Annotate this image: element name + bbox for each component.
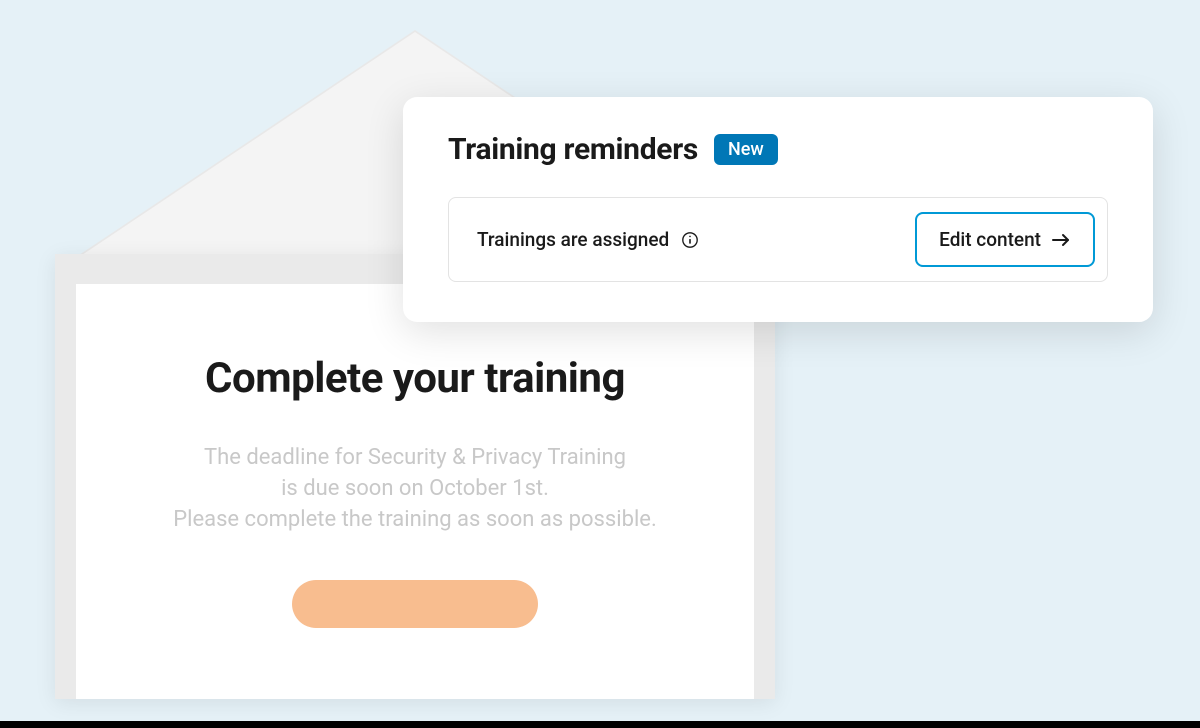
email-body-line: Please complete the training as soon as …	[116, 505, 714, 536]
card-title: Training reminders	[448, 132, 698, 167]
edit-content-button[interactable]: Edit content	[915, 212, 1095, 267]
card-header: Training reminders New	[448, 132, 1108, 167]
row-label: Trainings are assigned	[477, 228, 669, 251]
email-body: The deadline for Security & Privacy Trai…	[116, 443, 714, 535]
training-reminders-card: Training reminders New Trainings are ass…	[403, 97, 1153, 322]
arrow-right-icon	[1051, 232, 1071, 248]
bottom-border	[0, 721, 1200, 728]
reminder-row: Trainings are assigned Edit content	[448, 197, 1108, 282]
row-left: Trainings are assigned	[477, 228, 699, 251]
email-body-line: is due soon on October 1st.	[116, 474, 714, 505]
email-card: Complete your training The deadline for …	[76, 284, 754, 699]
edit-button-label: Edit content	[939, 228, 1041, 251]
info-icon[interactable]	[681, 231, 699, 249]
email-body-line: The deadline for Security & Privacy Trai…	[116, 443, 714, 474]
new-badge: New	[714, 134, 778, 165]
email-cta-button[interactable]	[292, 580, 538, 628]
email-title: Complete your training	[116, 354, 714, 403]
